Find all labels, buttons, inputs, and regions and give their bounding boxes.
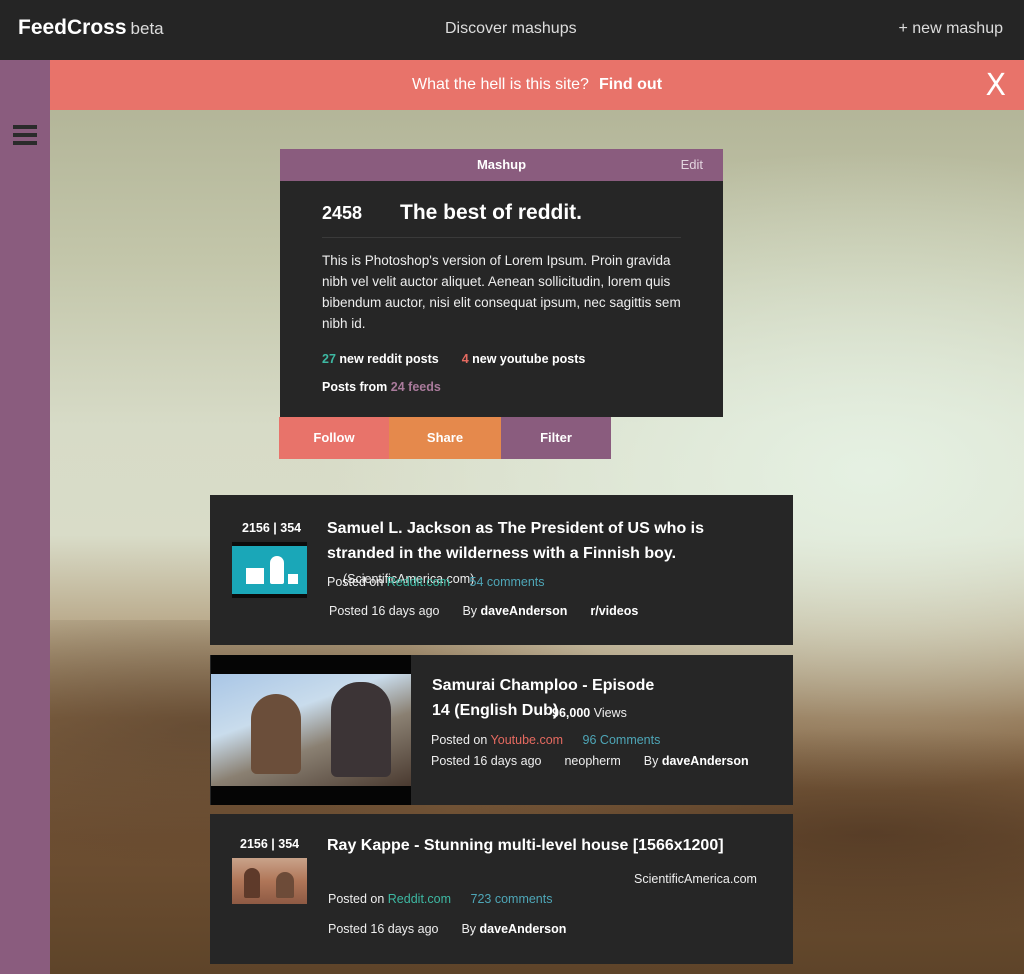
post-site-link[interactable]: Reddit.com <box>388 892 451 906</box>
post-origin: Posted on Reddit.com 54 comments <box>327 575 545 589</box>
by-label: By <box>462 604 478 618</box>
youtube-new-count: 4 <box>461 352 469 366</box>
reddit-new-label: new reddit posts <box>339 352 439 366</box>
by-label: By <box>461 922 477 936</box>
post-details: Posted 16 days ago neopherm By daveAnder… <box>431 754 749 768</box>
mashup-header: Mashup Edit <box>280 149 723 181</box>
feed-post[interactable]: 2156 | 354 Ray Kappe - Stunning multi-le… <box>210 814 793 964</box>
post-author[interactable]: daveAnderson <box>481 604 568 618</box>
info-banner: What the hell is this site? Find out X <box>50 60 1024 110</box>
post-site-link[interactable]: Youtube.com <box>491 733 564 747</box>
filter-button[interactable]: Filter <box>501 417 611 459</box>
post-votes: 2156 | 354 <box>242 521 302 535</box>
post-source: ScientificAmerica.com <box>634 872 757 886</box>
posted-on-label: Posted on <box>327 575 384 589</box>
mashup-count: 2458 <box>322 202 363 223</box>
post-age: Posted 16 days ago <box>431 754 542 768</box>
feed-post[interactable]: Samurai Champloo - Episode 14 (English D… <box>210 655 793 805</box>
by-label: By <box>643 754 659 768</box>
feeds-link[interactable]: 24 feeds <box>391 380 441 394</box>
mashup-title-row: 2458 The best of reddit. <box>322 201 681 238</box>
reddit-new-count: 27 <box>322 352 336 366</box>
post-title[interactable]: Samuel L. Jackson as The President of US… <box>327 520 704 562</box>
follow-button[interactable]: Follow <box>279 417 389 459</box>
post-origin: Posted on Youtube.com 96 Comments <box>431 733 660 747</box>
views-label: Views <box>593 706 627 720</box>
feed-post[interactable]: 2156 | 354 Samuel L. Jackson as The Pres… <box>210 495 793 645</box>
new-mashup-link[interactable]: + new mashup <box>898 20 1003 38</box>
brand-name: FeedCross <box>18 16 127 39</box>
brand-logo[interactable]: FeedCross beta <box>18 16 164 40</box>
brand-beta-tag: beta <box>130 19 164 38</box>
post-comments-link[interactable]: 96 Comments <box>583 733 661 747</box>
close-icon[interactable]: X <box>985 68 1006 103</box>
mashup-feeds: Posts from 24 feeds <box>322 380 681 394</box>
mashup-stats: 27 new reddit posts 4 new youtube posts <box>322 352 681 366</box>
banner-question: What the hell is this site? <box>411 76 589 93</box>
post-channel[interactable]: neopherm <box>564 754 620 768</box>
menu-icon[interactable] <box>13 125 37 147</box>
top-bar: FeedCross beta Discover mashups + new mas… <box>0 0 1024 60</box>
youtube-new-label: new youtube posts <box>472 352 586 366</box>
mashup-actions: Follow Share Filter <box>279 417 611 459</box>
edit-mashup-link[interactable]: Edit <box>681 149 703 181</box>
post-votes: 2156 | 354 <box>240 837 300 851</box>
mashup-description: This is Photoshop's version of Lorem Ips… <box>322 253 681 331</box>
post-subreddit[interactable]: r/videos <box>590 604 638 618</box>
post-thumbnail[interactable] <box>232 542 307 598</box>
post-site-link[interactable]: Reddit.com <box>387 575 450 589</box>
post-comments-link[interactable]: 723 comments <box>471 892 553 906</box>
post-thumbnail[interactable] <box>232 858 307 904</box>
post-title[interactable]: Ray Kappe - Stunning multi-level house [… <box>327 833 767 858</box>
post-views: 96,000 Views <box>552 706 627 720</box>
find-out-link[interactable]: Find out <box>599 76 662 94</box>
sidebar <box>0 60 50 974</box>
post-author[interactable]: daveAnderson <box>480 922 567 936</box>
mashup-title: The best of reddit. <box>400 201 583 224</box>
mashup-header-label: Mashup <box>476 157 527 172</box>
posts-from-label: Posts from <box>322 380 388 394</box>
mashup-body: 2458 The best of reddit. This is Photosh… <box>280 181 723 417</box>
post-comments-link[interactable]: 54 comments <box>470 575 545 589</box>
mashup-card: Mashup Edit 2458 The best of reddit. Thi… <box>280 149 723 417</box>
post-age: Posted 16 days ago <box>328 922 439 936</box>
posted-on-label: Posted on <box>431 733 488 747</box>
post-author[interactable]: daveAnderson <box>662 754 749 768</box>
posted-on-label: Posted on <box>328 892 385 906</box>
post-age: Posted 16 days ago <box>329 604 440 618</box>
post-origin: Posted on Reddit.com 723 comments <box>328 892 552 906</box>
share-button[interactable]: Share <box>389 417 501 459</box>
discover-mashups-link[interactable]: Discover mashups <box>445 20 577 38</box>
post-details: Posted 16 days ago By daveAnderson r/vid… <box>329 604 638 618</box>
views-count: 96,000 <box>552 706 591 720</box>
post-details: Posted 16 days ago By daveAnderson <box>328 922 566 936</box>
video-thumbnail[interactable] <box>211 655 411 805</box>
